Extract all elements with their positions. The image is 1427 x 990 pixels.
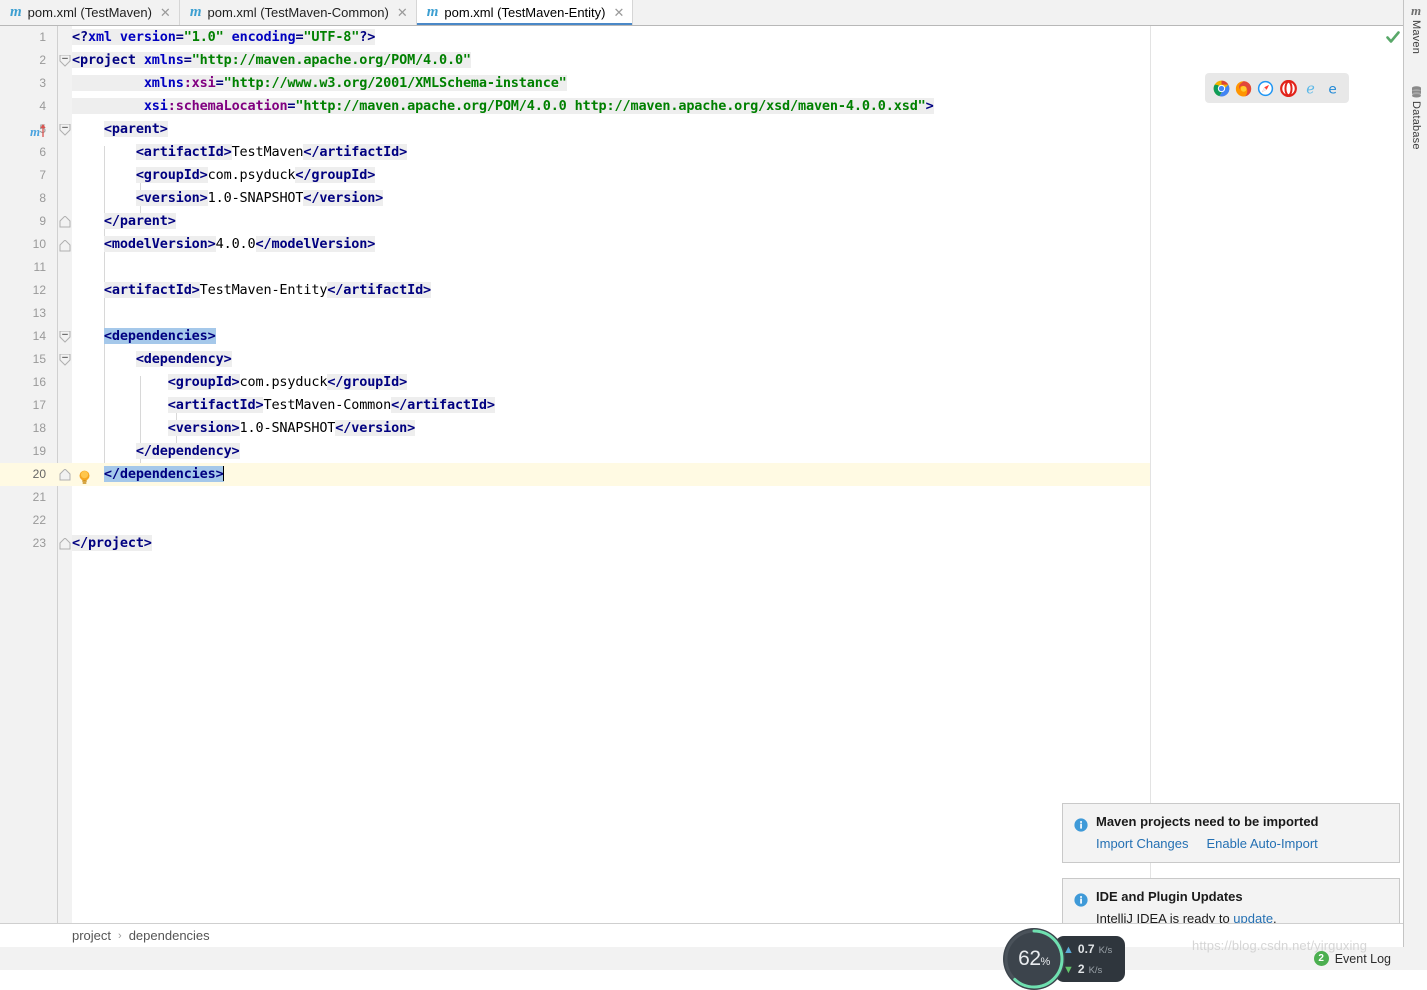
line-number: 22: [32, 513, 46, 527]
speed-readout-panel: ▲ 0.7 K/s ▼ 2 K/s: [1055, 936, 1125, 982]
breadcrumb-item-project[interactable]: project: [72, 924, 111, 948]
text-caret: [222, 466, 224, 481]
firefox-icon[interactable]: [1235, 80, 1252, 97]
notification-title: IDE and Plugin Updates: [1096, 889, 1243, 904]
tool-window-button-database[interactable]: Database: [1404, 86, 1427, 150]
enable-auto-import-link[interactable]: Enable Auto-Import: [1207, 836, 1318, 851]
line-number: 1: [39, 30, 46, 44]
event-log-label: Event Log: [1334, 951, 1391, 966]
safari-icon[interactable]: [1257, 80, 1274, 97]
info-icon: [1074, 893, 1088, 907]
upload-value: 0.7: [1077, 942, 1095, 956]
editor-tab-testmaven-entity[interactable]: m pom.xml (TestMaven-Entity) ✕: [416, 0, 634, 25]
line-number: 13: [32, 306, 46, 320]
editor-tab-label: pom.xml (TestMaven-Common): [207, 5, 389, 20]
inspection-status-ok-icon[interactable]: [1386, 31, 1400, 47]
import-changes-link[interactable]: Import Changes: [1096, 836, 1189, 851]
database-icon: [1411, 86, 1422, 98]
line-number: 3: [39, 76, 46, 90]
line-number: 18: [32, 421, 46, 435]
line-number: 14: [32, 329, 46, 343]
upload-speed: ▲ 0.7 K/s: [1063, 942, 1112, 956]
edge-icon[interactable]: e: [1324, 80, 1341, 97]
open-in-browser-toolbar[interactable]: e e: [1205, 73, 1349, 103]
notification-actions: Import Changes Enable Auto-Import: [1096, 836, 1318, 851]
line-number: 9: [39, 214, 46, 228]
editor-tab-label: pom.xml (TestMaven): [27, 5, 152, 20]
breadcrumb-item-dependencies[interactable]: dependencies: [129, 924, 210, 948]
intellij-idea-window: m pom.xml (TestMaven) ✕ m pom.xml (TestM…: [0, 0, 1427, 990]
notification-title: Maven projects need to be imported: [1096, 814, 1319, 829]
fold-marker-expanded[interactable]: [59, 55, 71, 67]
fold-marker-expanded[interactable]: [59, 331, 71, 343]
svg-text:e: e: [1329, 81, 1337, 96]
close-icon[interactable]: ✕: [158, 6, 171, 19]
line-number: 2: [39, 53, 46, 67]
arrow-up-icon: [40, 124, 46, 137]
svg-text:e: e: [1306, 81, 1315, 96]
line-number: 20: [32, 467, 46, 481]
close-icon[interactable]: ✕: [612, 6, 625, 19]
download-speed: ▼ 2 K/s: [1063, 962, 1102, 976]
fold-marker-expanded[interactable]: [59, 354, 71, 366]
tag-dependencies-close-highlight: </dependencies>: [103, 466, 224, 482]
line-number: 4: [39, 99, 46, 113]
line-number: 10: [32, 237, 46, 251]
line-number: 23: [32, 536, 46, 550]
line-number: 7: [39, 168, 46, 182]
fold-marker-expanded[interactable]: [59, 240, 71, 252]
xml-declaration: <?xml version="1.0" encoding="UTF-8"?>: [72, 29, 376, 45]
opera-icon[interactable]: [1279, 79, 1297, 97]
upload-unit: K/s: [1098, 945, 1113, 956]
download-value: 2: [1077, 962, 1085, 976]
event-log-button[interactable]: 2 Event Log: [1313, 951, 1391, 966]
maven-m-icon: m: [189, 4, 202, 20]
download-unit: K/s: [1088, 965, 1103, 976]
maven-m-icon: m: [30, 124, 41, 139]
close-icon[interactable]: ✕: [395, 6, 408, 19]
editor-tab-testmaven[interactable]: m pom.xml (TestMaven) ✕: [0, 0, 180, 25]
maven-m-icon: m: [426, 4, 439, 20]
fold-marker-collapsed[interactable]: [59, 469, 71, 481]
line-number: 19: [32, 444, 46, 458]
editor-tab-label: pom.xml (TestMaven-Entity): [444, 5, 606, 20]
tag-parent-open: <parent>: [103, 121, 168, 137]
maven-parent-gutter-icon[interactable]: m: [30, 124, 46, 139]
line-number: 16: [32, 375, 46, 389]
intention-bulb-icon[interactable]: [78, 470, 91, 488]
notification-maven-import[interactable]: Maven projects need to be imported Impor…: [1062, 803, 1400, 863]
code-editor[interactable]: 1 <?xml version="1.0" encoding="UTF-8"?>…: [0, 26, 1403, 923]
editor-marker-gutter[interactable]: [1150, 26, 1403, 923]
event-log-count-badge: 2: [1313, 951, 1329, 966]
tag-dependencies-open-highlight: <dependencies>: [103, 328, 216, 344]
line-number: 15: [32, 352, 46, 366]
right-tool-window-bar: m Maven Database: [1403, 0, 1427, 970]
line-number: 21: [32, 490, 46, 504]
line-number: 11: [33, 260, 46, 274]
breadcrumb: project › dependencies: [72, 924, 210, 948]
tool-window-button-maven[interactable]: m Maven: [1404, 4, 1427, 54]
internet-explorer-icon[interactable]: e: [1302, 80, 1319, 97]
editor-tab-testmaven-common[interactable]: m pom.xml (TestMaven-Common) ✕: [179, 0, 417, 25]
fold-marker-expanded[interactable]: [59, 124, 71, 136]
chrome-icon[interactable]: [1213, 80, 1230, 97]
editor-tab-bar: m pom.xml (TestMaven) ✕ m pom.xml (TestM…: [0, 0, 1403, 26]
fold-marker-collapsed[interactable]: [59, 538, 71, 550]
maven-m-icon: m: [10, 4, 22, 20]
tool-window-label: Database: [1410, 101, 1422, 150]
ring-progress-arc: [1004, 929, 1064, 989]
line-number: 6: [39, 145, 46, 159]
tool-window-label: Maven: [1410, 20, 1422, 55]
fold-marker-collapsed[interactable]: [59, 216, 71, 228]
info-icon: [1074, 818, 1088, 832]
line-number: 12: [32, 283, 46, 297]
usage-ring-gauge[interactable]: 62%: [1003, 928, 1065, 990]
maven-m-icon: m: [1410, 3, 1422, 18]
chevron-right-icon: ›: [118, 930, 122, 942]
line-number: 17: [32, 398, 46, 412]
line-number: 8: [39, 191, 46, 205]
